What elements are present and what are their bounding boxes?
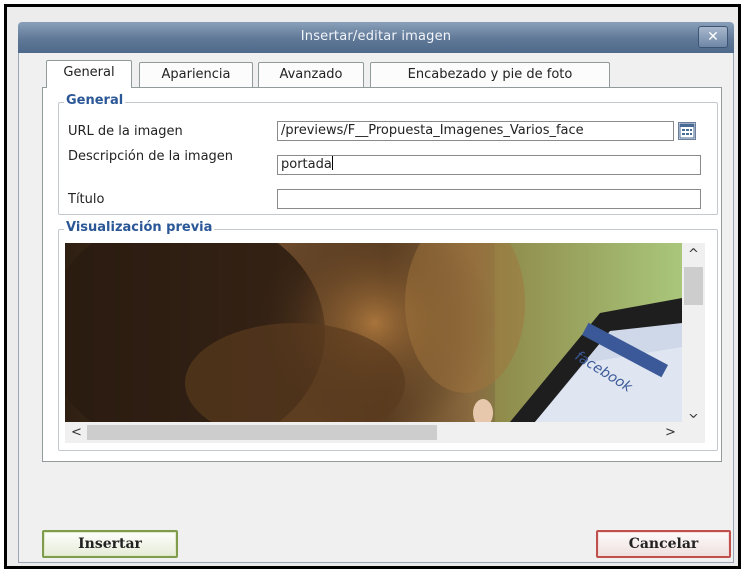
preview-horizontal-scrollbar[interactable]: < >	[65, 422, 682, 443]
tab-general[interactable]: General	[46, 60, 132, 88]
cancel-label: Cancelar	[628, 536, 699, 552]
cancel-button[interactable]: Cancelar	[596, 530, 731, 558]
tab-apariencia[interactable]: Apariencia	[139, 62, 253, 87]
chevron-right-icon[interactable]: >	[665, 426, 676, 439]
tab-label: General	[63, 65, 115, 80]
horizontal-scroll-thumb[interactable]	[87, 425, 437, 440]
tab-avanzado[interactable]: Avanzado	[258, 62, 364, 87]
text-caret	[331, 156, 333, 170]
scroll-corner	[682, 422, 705, 443]
description-value: portada	[281, 157, 332, 172]
chevron-left-icon[interactable]: <	[71, 426, 82, 439]
preview-legend: Visualización previa	[64, 220, 215, 235]
url-input[interactable]: /previews/F__Propuesta_Imagenes_Varios_f…	[277, 121, 674, 141]
image-preview: facebook	[65, 243, 682, 422]
tab-label: Encabezado y pie de foto	[407, 67, 573, 82]
description-input[interactable]: portada	[277, 155, 701, 175]
tab-label: Apariencia	[161, 67, 231, 82]
description-label: Descripción de la imagen	[68, 149, 234, 164]
tab-encabezado-pie[interactable]: Encabezado y pie de foto	[370, 62, 610, 87]
general-legend: General	[64, 93, 126, 108]
preview-image: facebook	[65, 243, 682, 422]
preview-vertical-scrollbar[interactable]: ^ ^	[682, 243, 705, 422]
chevron-down-icon[interactable]: ^	[688, 404, 699, 419]
chevron-up-icon[interactable]: ^	[688, 248, 699, 261]
browse-icon	[679, 123, 695, 139]
title-label: Título	[68, 192, 105, 207]
close-button[interactable]: ✕	[698, 26, 728, 48]
dialog-titlebar[interactable]: Insertar/editar imagen ✕	[18, 22, 734, 53]
close-icon: ✕	[707, 29, 719, 45]
url-value: /previews/F__Propuesta_Imagenes_Varios_f…	[281, 123, 584, 138]
tab-label: Avanzado	[279, 67, 343, 82]
url-label: URL de la imagen	[68, 124, 183, 139]
browse-button[interactable]	[678, 122, 696, 140]
vertical-scroll-thumb[interactable]	[684, 267, 703, 305]
title-input[interactable]	[277, 189, 701, 209]
insert-label: Insertar	[78, 536, 142, 552]
insert-button[interactable]: Insertar	[42, 530, 178, 558]
dialog-title: Insertar/editar imagen	[300, 29, 452, 44]
